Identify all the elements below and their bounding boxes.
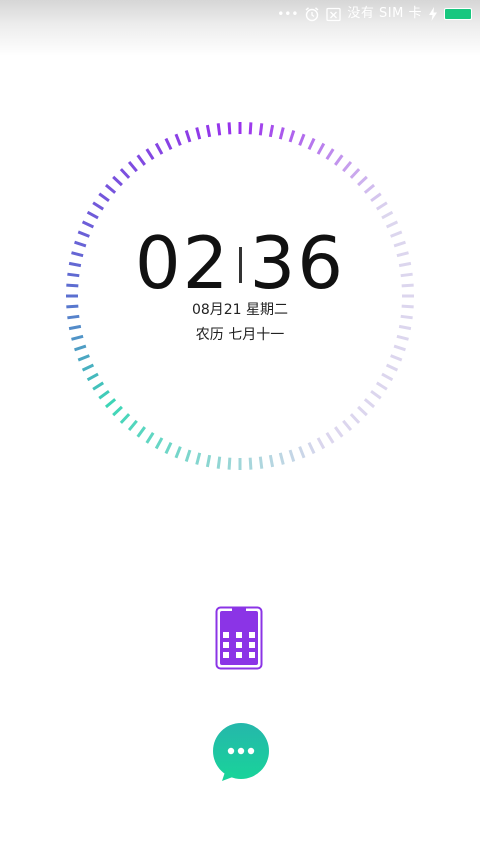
dial-tick <box>145 148 155 161</box>
dial-tick <box>370 390 382 400</box>
dial-tick <box>92 201 105 211</box>
dial-tick <box>174 446 182 459</box>
dial-tick <box>77 354 90 362</box>
messages-icon <box>213 723 269 781</box>
dial-tick <box>357 175 368 187</box>
dial-tick <box>357 405 368 417</box>
dial-tick <box>112 405 123 417</box>
dial-tick <box>227 122 232 135</box>
dial-tick <box>98 192 110 202</box>
dial-tick <box>195 452 202 465</box>
dial-tick <box>363 398 376 409</box>
dial-tick <box>370 192 382 202</box>
dial-tick <box>268 454 275 468</box>
dial-tick <box>349 168 361 179</box>
dial-tick <box>307 441 316 455</box>
dial-tick <box>174 133 182 146</box>
dial-tick <box>119 168 131 179</box>
dial-tick <box>307 137 316 151</box>
dial-tick <box>393 344 406 352</box>
dial-tick <box>136 154 146 166</box>
dial-tick <box>363 183 376 194</box>
dial-tick <box>145 431 155 444</box>
dial-tick <box>268 124 275 138</box>
dial-tick <box>334 154 344 166</box>
dial-tick <box>248 122 253 135</box>
dial-tick <box>325 148 335 161</box>
messages-shortcut[interactable] <box>212 723 270 783</box>
dial-tick <box>334 426 344 438</box>
dial-tick <box>195 127 202 140</box>
time-minutes: 36 <box>249 221 346 305</box>
date-text: 08月21 星期二 <box>191 302 289 318</box>
dial-tick <box>278 127 285 140</box>
dial-tick <box>349 413 361 424</box>
dial-tick <box>390 354 403 362</box>
dial-tick <box>375 201 388 211</box>
time-separator <box>238 247 242 283</box>
dial-tick <box>298 446 306 459</box>
dial-tick <box>136 426 146 438</box>
dial-tick <box>342 160 353 173</box>
dial-tick <box>86 372 99 382</box>
dial-tick <box>298 133 306 146</box>
dial-tick <box>227 457 232 470</box>
calculator-icon <box>215 606 263 670</box>
dial-tick <box>216 123 222 136</box>
dial-tick <box>381 372 394 382</box>
dial-tick <box>375 381 388 391</box>
dial-tick <box>325 431 335 444</box>
lunar-date-text: 农历 七月十一 <box>195 327 285 343</box>
dial-tick <box>164 137 173 151</box>
dial-tick <box>112 175 123 187</box>
dial-tick <box>278 452 285 465</box>
dial-tick <box>288 130 296 143</box>
dial-tick <box>385 363 399 372</box>
dial-tick <box>81 363 95 372</box>
dial-tick <box>74 344 87 352</box>
dial-tick <box>248 457 253 470</box>
dial-tick <box>119 413 131 424</box>
dial-tick <box>104 398 117 409</box>
dial-tick <box>205 454 212 468</box>
dial-tick <box>288 449 296 462</box>
dial-tick <box>127 160 138 173</box>
calculator-shortcut[interactable] <box>215 606 265 670</box>
dial-tick <box>164 441 173 455</box>
dial-tick <box>258 456 264 469</box>
dial-tick <box>92 381 105 391</box>
dial-tick <box>154 437 164 450</box>
dial-tick <box>342 419 353 432</box>
dial-tick <box>316 142 326 155</box>
dial-tick <box>205 124 212 138</box>
dial-tick <box>98 390 110 400</box>
dial-tick <box>104 183 117 194</box>
dial-tick <box>184 449 192 462</box>
time-hours: 02 <box>134 221 231 305</box>
dial-tick <box>154 142 164 155</box>
dial-tick <box>184 130 192 143</box>
time-display: 02 36 <box>0 218 480 308</box>
dial-tick <box>127 419 138 432</box>
dial-tick <box>316 437 326 450</box>
dial-tick <box>258 123 264 136</box>
dial-tick <box>216 456 222 469</box>
